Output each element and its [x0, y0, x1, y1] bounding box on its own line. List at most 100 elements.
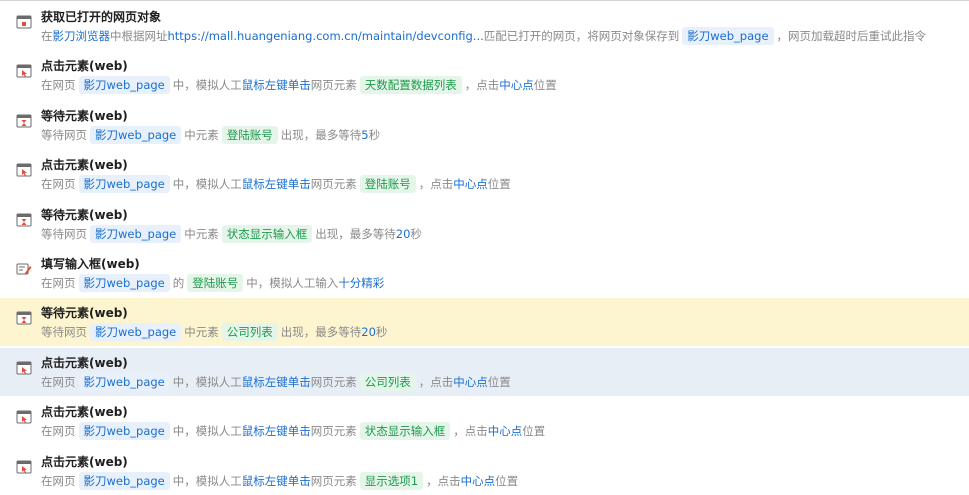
click-element-icon	[16, 64, 32, 78]
desc-text: 在网页	[41, 374, 76, 389]
step-row[interactable]: 等待元素(web) 等待网页 影刀web_page 中元素 登陆账号 出现，最多等…	[0, 101, 969, 149]
desc-text: 等待网页	[41, 226, 87, 241]
desc-text: 网页元素	[310, 78, 357, 93]
click-element-icon	[16, 361, 32, 375]
desc-text: 在网页	[41, 78, 76, 93]
element-tag[interactable]: 状态显示输入框	[221, 224, 313, 243]
step-description: 在网页 影刀web_page 中，模拟人工 鼠标左键 单击 网页元素 公司列表，…	[41, 372, 511, 392]
step-title: 获取已打开的网页对象	[41, 10, 162, 24]
element-tag[interactable]: 天数配置数据列表	[359, 76, 462, 95]
variable-tag[interactable]: 影刀web_page	[78, 274, 170, 292]
desc-text: 中，模拟人工	[172, 473, 242, 488]
step-row[interactable]: 点击元素(web) 在网页 影刀web_page 中，模拟人工 鼠标左键 单击 网…	[0, 150, 969, 198]
step-row[interactable]: 等待元素(web) 等待网页 影刀web_page 中元素 公司列表 出现，最多等…	[0, 298, 969, 347]
desc-text: 在网页	[41, 424, 76, 439]
step-title: 等待元素(web)	[41, 306, 128, 321]
hourglass-icon	[16, 213, 32, 227]
desc-text: ，点击	[418, 374, 454, 389]
variable-tag[interactable]: 影刀web_page	[78, 175, 170, 194]
desc-text: ，点击	[418, 177, 454, 192]
element-tag[interactable]: 登陆账号	[359, 175, 416, 194]
param-value[interactable]: 鼠标左键	[242, 372, 288, 392]
desc-text: 位置	[495, 473, 519, 488]
step-row[interactable]: 点击元素(web) 在网页 影刀web_page 中，模拟人工 鼠标左键 单击 网…	[0, 397, 969, 445]
param-value[interactable]: 中心点	[499, 75, 534, 95]
desc-text: 在网页	[41, 276, 76, 290]
desc-text: 中元素	[184, 127, 219, 142]
top-border	[0, 0, 969, 1]
step-row[interactable]: 等待元素(web) 等待网页 影刀web_page 中元素 状态显示输入框 出现，…	[0, 200, 969, 248]
desc-text: 秒	[410, 226, 422, 241]
param-value[interactable]: 单击	[288, 471, 311, 491]
step-description: 在 影刀浏览器 中根据网址 https://mall.huangeniang.c…	[41, 26, 926, 46]
desc-text: 中根据网址	[110, 29, 168, 43]
desc-text: 等待网页	[41, 127, 87, 142]
param-value[interactable]: https://mall.huangeniang.com.cn/maintain…	[168, 26, 484, 46]
desc-text: 中元素	[184, 226, 219, 241]
param-value[interactable]: 中心点	[453, 174, 488, 194]
step-row[interactable]: 填写输入框(web) 在网页 影刀web_page 的 登陆账号 中，模拟人工输入…	[0, 249, 969, 297]
param-value[interactable]: 中心点	[488, 421, 523, 441]
variable-tag[interactable]: 影刀web_page	[78, 422, 170, 441]
step-title: 点击元素(web)	[41, 355, 128, 370]
param-value[interactable]: 5	[361, 125, 368, 145]
step-title: 等待元素(web)	[41, 207, 128, 222]
param-value[interactable]: 单击	[288, 421, 311, 441]
param-value[interactable]: 单击	[288, 372, 311, 392]
step-description: 在网页 影刀web_page 中，模拟人工 鼠标左键 单击 网页元素 登陆账号，…	[41, 174, 511, 194]
desc-text: 网页元素	[310, 374, 357, 389]
param-value[interactable]: 单击	[288, 174, 311, 194]
variable-tag[interactable]: 影刀web_page	[90, 323, 182, 342]
step-row[interactable]: 点击元素(web) 在网页 影刀web_page 中，模拟人工 鼠标左键 单击 网…	[0, 51, 969, 99]
step-row[interactable]: 获取已打开的网页对象在 影刀浏览器 中根据网址 https://mall.hua…	[0, 2, 969, 50]
desc-text: ，点击	[453, 424, 488, 439]
step-title: 点击元素(web)	[41, 59, 128, 74]
desc-text: 网页元素	[310, 424, 357, 439]
desc-text: ，点击	[464, 78, 500, 93]
element-tag[interactable]: 登陆账号	[187, 274, 244, 292]
param-value[interactable]: 鼠标左键	[242, 471, 288, 491]
element-tag[interactable]: 显示选项1	[359, 471, 424, 490]
browser-window-icon	[16, 15, 32, 29]
step-description: 在网页 影刀web_page 中，模拟人工 鼠标左键 单击 网页元素 显示选项1…	[41, 471, 518, 491]
element-tag[interactable]: 公司列表	[221, 323, 278, 342]
step-title: 点击元素(web)	[41, 454, 128, 469]
desc-text: 中，模拟人工	[172, 177, 242, 192]
param-value[interactable]: 鼠标左键	[242, 75, 288, 95]
param-value[interactable]: 20	[361, 322, 376, 342]
click-element-icon	[16, 410, 32, 424]
step-row[interactable]: 点击元素(web) 在网页 影刀web_page 中，模拟人工 鼠标左键 单击 网…	[0, 447, 969, 495]
param-value[interactable]: 单击	[288, 75, 311, 95]
step-description: 等待网页 影刀web_page 中元素 公司列表 出现，最多等待 20 秒	[41, 322, 387, 342]
step-title: 填写输入框(web)	[41, 257, 140, 271]
param-value[interactable]: 中心点	[461, 471, 496, 491]
fill-input-icon	[16, 262, 32, 276]
element-tag[interactable]: 登陆账号	[221, 125, 278, 144]
step-title: 点击元素(web)	[41, 405, 128, 420]
param-value[interactable]: 鼠标左键	[242, 174, 288, 194]
hourglass-icon	[16, 311, 32, 325]
variable-tag[interactable]: 影刀web_page	[78, 372, 170, 391]
desc-text: 的	[172, 276, 185, 290]
variable-tag[interactable]: 影刀web_page	[90, 224, 182, 243]
desc-text: 秒	[375, 325, 388, 340]
desc-text: 出现，最多等待	[280, 325, 362, 340]
desc-text: 网页元素	[310, 473, 357, 488]
step-description: 等待网页 影刀web_page 中元素 登陆账号 出现，最多等待 5 秒	[41, 125, 380, 145]
desc-text: 中，模拟人工	[172, 374, 242, 389]
variable-tag[interactable]: 影刀web_page	[78, 471, 170, 490]
step-row[interactable]: 点击元素(web) 在网页 影刀web_page 中，模拟人工 鼠标左键 单击 网…	[0, 347, 969, 396]
variable-tag[interactable]: 影刀web_page	[90, 125, 182, 144]
desc-text: 中，模拟人工	[172, 78, 242, 93]
variable-tag[interactable]: 影刀web_page	[78, 76, 170, 95]
param-value[interactable]: 20	[396, 224, 411, 244]
param-value[interactable]: 中心点	[453, 372, 488, 392]
param-value[interactable]: 影刀浏览器	[53, 26, 111, 46]
element-tag[interactable]: 公司列表	[359, 372, 416, 391]
variable-tag[interactable]: 影刀web_page	[682, 27, 774, 45]
desc-text: 在	[41, 29, 53, 43]
param-value[interactable]: 十分精彩	[338, 273, 384, 293]
element-tag[interactable]: 状态显示输入框	[359, 422, 451, 441]
desc-text: ，点击	[426, 473, 461, 488]
param-value[interactable]: 鼠标左键	[242, 421, 288, 441]
